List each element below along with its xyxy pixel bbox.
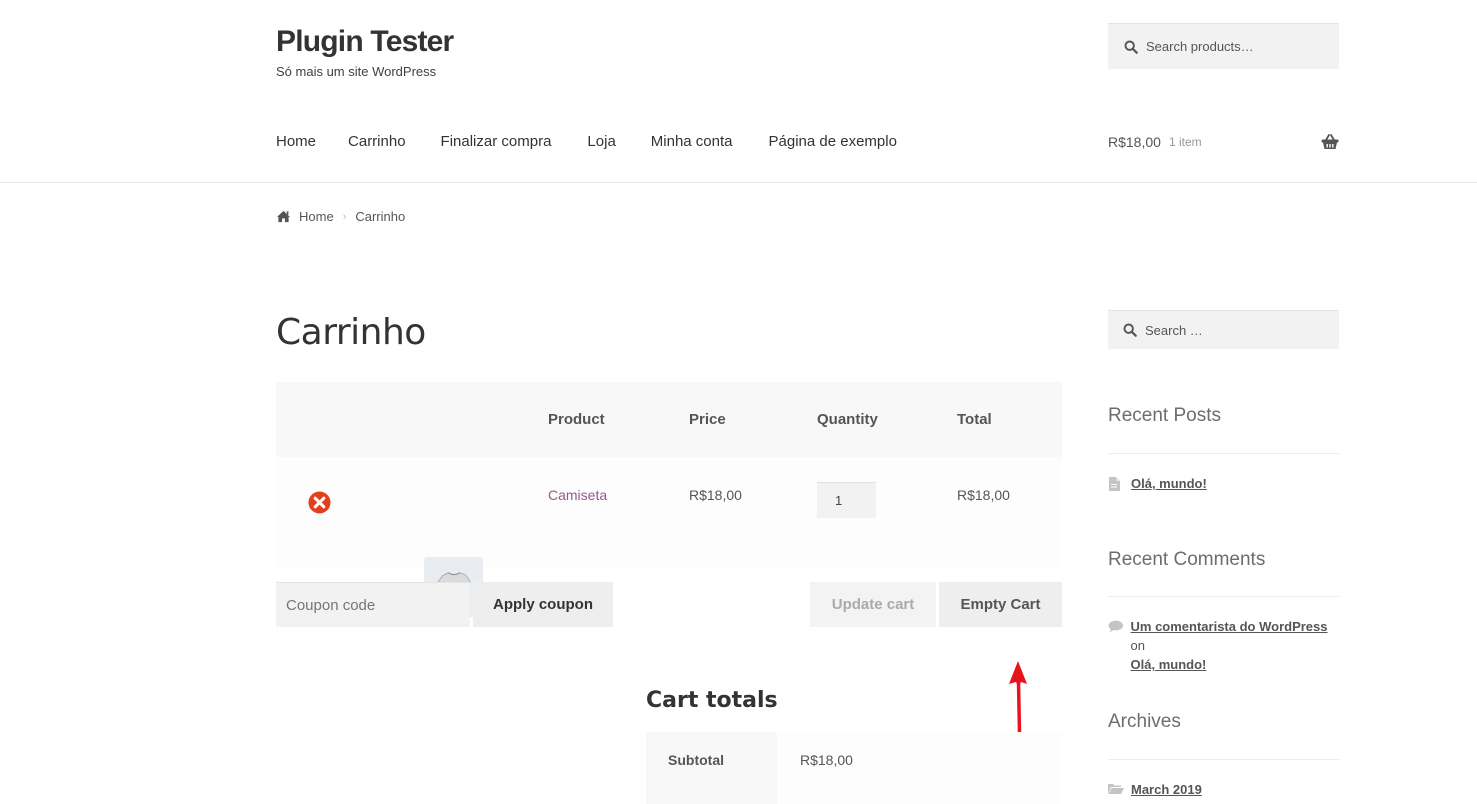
folder-open-icon — [1108, 784, 1124, 794]
quantity-input[interactable] — [817, 482, 876, 518]
subtotal-value: R$18,00 — [777, 732, 1062, 804]
product-search-placeholder: Search products… — [1146, 39, 1254, 54]
recent-posts-title: Recent Posts — [1108, 405, 1221, 426]
cart-totals-title: Cart totals — [646, 688, 778, 713]
product-search-input[interactable]: Search products… — [1108, 23, 1339, 69]
header-divider — [0, 182, 1477, 183]
cart-item-row: Camiseta R$18,00 R$18,00 — [276, 457, 1062, 617]
nav-item-loja[interactable]: Loja — [587, 133, 615, 150]
header-total: Total — [957, 411, 992, 428]
mini-cart-amount: R$18,00 — [1108, 134, 1161, 150]
comment-on-text: on — [1130, 638, 1145, 653]
mini-cart-count: 1 item — [1168, 135, 1202, 149]
recent-post-link[interactable]: Olá, mundo! — [1131, 474, 1207, 493]
product-price: R$18,00 — [689, 487, 742, 503]
cart-table-header: Product Price Quantity Total — [276, 382, 1062, 457]
comment-icon — [1108, 620, 1124, 633]
home-icon — [277, 210, 290, 223]
sidebar-search-input[interactable]: Search … — [1108, 310, 1339, 349]
widget-divider — [1108, 596, 1339, 597]
update-cart-button[interactable]: Update cart — [810, 582, 936, 627]
archives-title: Archives — [1108, 711, 1181, 732]
recent-comment-item: Um comentarista do WordPress on Olá, mun… — [1108, 617, 1339, 674]
breadcrumb: Home › Carrinho — [276, 209, 405, 224]
nav-item-pagina-de-exemplo[interactable]: Página de exemplo — [769, 133, 897, 150]
page-title: Carrinho — [276, 312, 426, 353]
primary-navigation: Home Carrinho Finalizar compra Loja Minh… — [276, 133, 929, 150]
recent-comments-title: Recent Comments — [1108, 549, 1266, 570]
document-icon — [1109, 477, 1120, 491]
sidebar-search-placeholder: Search … — [1145, 322, 1203, 338]
empty-cart-button[interactable]: Empty Cart — [939, 582, 1062, 627]
cart-totals-table: Subtotal R$18,00 — [646, 732, 1062, 804]
breadcrumb-current: Carrinho — [355, 209, 406, 224]
header-price: Price — [689, 411, 726, 428]
coupon-code-input[interactable] — [276, 582, 470, 627]
product-subtotal: R$18,00 — [957, 487, 1010, 503]
widget-divider — [1108, 759, 1339, 760]
archive-link[interactable]: March 2019 — [1131, 780, 1202, 799]
header-mini-cart[interactable]: R$18,00 1 item — [1108, 134, 1339, 150]
subtotal-label: Subtotal — [646, 732, 777, 804]
nav-item-minha-conta[interactable]: Minha conta — [651, 133, 733, 150]
archive-item: March 2019 — [1108, 780, 1202, 799]
comment-post-link[interactable]: Olá, mundo! — [1131, 657, 1207, 672]
recent-post-item: Olá, mundo! — [1108, 474, 1207, 493]
nav-item-home[interactable]: Home — [276, 133, 316, 150]
apply-coupon-button[interactable]: Apply coupon — [473, 582, 613, 627]
cart-table: Product Price Quantity Total Camiseta R$… — [276, 382, 1062, 617]
basket-icon — [1321, 134, 1339, 149]
comment-author-link[interactable]: Um comentarista do WordPress — [1131, 619, 1328, 634]
widget-divider — [1108, 453, 1339, 454]
remove-item-icon[interactable] — [308, 491, 331, 514]
product-name-link[interactable]: Camiseta — [548, 487, 607, 503]
header-quantity: Quantity — [817, 411, 878, 428]
site-title[interactable]: Plugin Tester — [276, 24, 454, 60]
nav-item-finalizar-compra[interactable]: Finalizar compra — [441, 133, 552, 150]
site-tagline: Só mais um site WordPress — [276, 64, 437, 79]
header-product: Product — [548, 411, 605, 428]
search-icon — [1124, 40, 1138, 54]
breadcrumb-separator-icon: › — [342, 210, 347, 223]
site-branding: Plugin Tester Só mais um site WordPress — [276, 24, 454, 79]
nav-item-carrinho[interactable]: Carrinho — [348, 133, 406, 150]
breadcrumb-home[interactable]: Home — [299, 209, 334, 224]
search-icon — [1123, 323, 1137, 337]
